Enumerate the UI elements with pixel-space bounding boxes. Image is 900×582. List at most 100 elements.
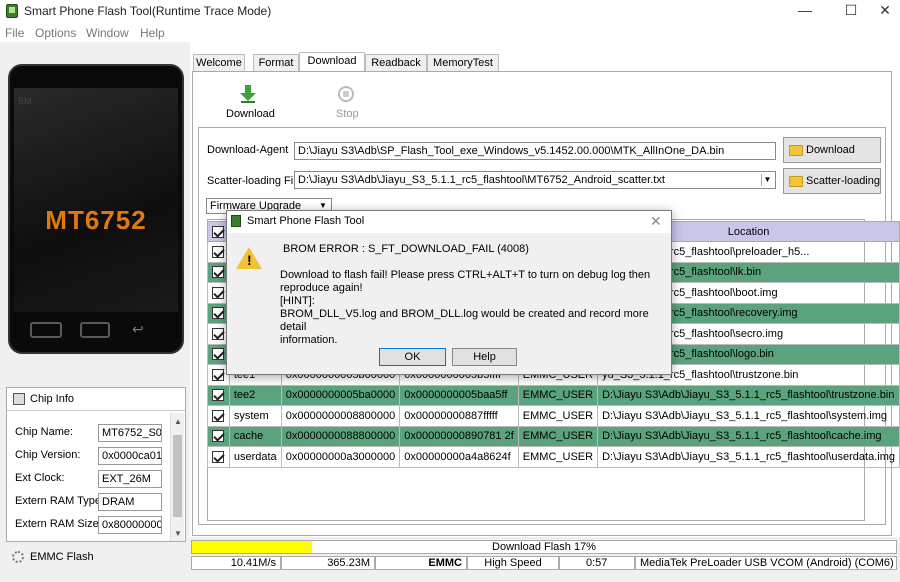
cell-location: D:\Jiayu S3\Adb\Jiayu_S3_5.1.1_rc5_flash…	[597, 425, 900, 447]
cell-region: EMMC_USER	[517, 405, 599, 427]
folder-icon	[789, 176, 803, 187]
menu-window[interactable]: Window	[86, 26, 129, 40]
status-usb-speed: High Speed	[467, 556, 559, 570]
row-checkbox[interactable]	[212, 307, 225, 320]
ok-button[interactable]: OK	[379, 348, 446, 366]
row-checkbox[interactable]	[212, 348, 225, 361]
dialog-title: Smart Phone Flash Tool	[247, 215, 365, 227]
row-checkbox[interactable]	[212, 430, 225, 443]
row-checkbox[interactable]	[212, 286, 225, 299]
help-button[interactable]: Help	[452, 348, 517, 366]
tab-welcome[interactable]: Welcome	[193, 54, 245, 72]
cell-end: 0x00000000890781 2f	[399, 425, 519, 447]
emmc-flash-label: EMMC Flash	[30, 551, 94, 563]
status-speed: 10.41M/s	[191, 556, 281, 570]
row-checkbox-cell[interactable]	[207, 405, 230, 427]
scatter-loading-button-label: Scatter-loading	[806, 175, 880, 187]
download-agent-field[interactable]: D:\Jiayu S3\Adb\SP_Flash_Tool_exe_Window…	[294, 142, 776, 160]
ram-size-label: Extern RAM Size:	[15, 518, 102, 530]
phone-screen	[14, 88, 178, 312]
chip-version-value: 0x0000ca01	[98, 447, 162, 465]
row-checkbox[interactable]	[212, 450, 225, 463]
scatter-loading-button[interactable]: Scatter-loading	[783, 168, 881, 194]
menu-bar	[0, 22, 900, 42]
chip-info-scrollbar[interactable]: ▲ ▼	[170, 413, 184, 541]
download-button-label[interactable]: Download	[226, 108, 275, 120]
row-checkbox[interactable]	[212, 327, 225, 340]
cell-begin: 0x0000000005ba0000	[280, 384, 401, 406]
scroll-down-icon[interactable]: ▼	[174, 529, 182, 538]
phone-chip-label: MT6752	[45, 205, 147, 235]
ext-clock-value: EXT_26M	[98, 470, 162, 488]
row-checkbox-cell[interactable]	[207, 425, 230, 447]
ram-type-label: Extern RAM Type:	[15, 495, 105, 507]
table-row[interactable]: tee2 0x0000000005ba0000 0x0000000005baa5ff…	[207, 384, 900, 406]
phone-menu-icon	[30, 322, 62, 338]
app-icon	[231, 215, 241, 227]
row-checkbox[interactable]	[212, 409, 225, 422]
app-icon	[6, 4, 18, 18]
select-all-checkbox[interactable]	[212, 225, 225, 238]
phone-brand: BM	[18, 96, 32, 106]
download-agent-button[interactable]: Download Agent	[783, 137, 881, 180]
scroll-up-icon[interactable]: ▲	[174, 417, 182, 426]
cell-name: system	[228, 405, 282, 427]
error-code: BROM ERROR : S_FT_DOWNLOAD_FAIL (4008)	[283, 243, 529, 255]
row-checkbox[interactable]	[212, 389, 225, 402]
minimize-button[interactable]: —	[782, 0, 828, 22]
row-checkbox[interactable]	[212, 245, 225, 258]
download-agent-label: Download-Agent	[207, 144, 289, 156]
cell-region: EMMC_USER	[517, 446, 599, 468]
cell-region: EMMC_USER	[517, 384, 599, 406]
progress-text: Download Flash 17%	[492, 541, 596, 553]
status-port: MediaTek PreLoader USB VCOM (Android) (C…	[635, 556, 897, 570]
tab-memorytest[interactable]: MemoryTest	[427, 54, 499, 72]
warning-icon-mark: !	[247, 252, 252, 268]
chevron-down-icon[interactable]: ▼	[761, 174, 773, 186]
close-button[interactable]: ✕	[862, 0, 900, 22]
ext-clock-label: Ext Clock:	[15, 472, 65, 484]
chip-info-icon	[13, 393, 25, 405]
cell-begin: 0x0000000088800000	[280, 425, 401, 447]
scatter-file-select[interactable]: D:\Jiayu S3\Adb\Jiayu_S3_5.1.1_rc5_flash…	[294, 171, 776, 189]
cell-location: D:\Jiayu S3\Adb\Jiayu_S3_5.1.1_rc5_flash…	[597, 446, 900, 468]
phone-back-icon: ↩	[132, 321, 144, 337]
chip-name-label: Chip Name:	[15, 426, 74, 438]
tab-format[interactable]: Format	[253, 54, 299, 72]
download-arrow-icon[interactable]	[240, 85, 256, 103]
tab-download[interactable]: Download	[299, 52, 365, 72]
status-time: 0:57	[559, 556, 635, 570]
error-message: Download to flash fail! Please press CTR…	[280, 269, 651, 346]
cell-name: tee2	[228, 384, 282, 406]
cell-end: 0x00000000887fffff	[399, 405, 519, 427]
cell-begin: 0x0000000008800000	[280, 405, 401, 427]
scroll-thumb[interactable]	[173, 435, 182, 517]
phone-home-icon	[80, 322, 110, 338]
row-checkbox-cell[interactable]	[207, 384, 230, 406]
cell-begin: 0x00000000a3000000	[280, 446, 401, 468]
divider	[7, 410, 185, 411]
chip-name-value: MT6752_S01	[98, 424, 162, 442]
stop-button-label[interactable]: Stop	[336, 108, 359, 120]
row-checkbox[interactable]	[212, 368, 225, 381]
row-checkbox[interactable]	[212, 266, 225, 279]
cell-name: cache	[228, 425, 282, 447]
row-checkbox-cell[interactable]	[207, 446, 230, 468]
chip-info-title: Chip Info	[30, 393, 75, 405]
table-row[interactable]: system 0x0000000008800000 0x00000000887fff…	[207, 405, 900, 427]
ram-type-value: DRAM	[98, 493, 162, 511]
scatter-label: Scatter-loading File	[207, 175, 302, 187]
window-title: Smart Phone Flash Tool(Runtime Trace Mod…	[24, 4, 272, 18]
stop-icon[interactable]	[338, 86, 354, 102]
menu-file[interactable]: File	[5, 26, 24, 40]
chip-version-label: Chip Version:	[15, 449, 81, 461]
menu-help[interactable]: Help	[140, 26, 165, 40]
cell-location: D:\Jiayu S3\Adb\Jiayu_S3_5.1.1_rc5_flash…	[597, 384, 900, 406]
cell-end: 0x00000000a4a8624f	[399, 446, 519, 468]
cell-region: EMMC_USER	[517, 425, 599, 447]
close-icon[interactable]: ✕	[650, 213, 662, 230]
table-row[interactable]: cache 0x0000000088800000 0x00000000890781 …	[207, 425, 900, 447]
menu-options[interactable]: Options	[35, 26, 76, 40]
table-row[interactable]: userdata 0x00000000a3000000 0x00000000a4a8…	[207, 446, 900, 468]
tab-readback[interactable]: Readback	[365, 54, 427, 72]
